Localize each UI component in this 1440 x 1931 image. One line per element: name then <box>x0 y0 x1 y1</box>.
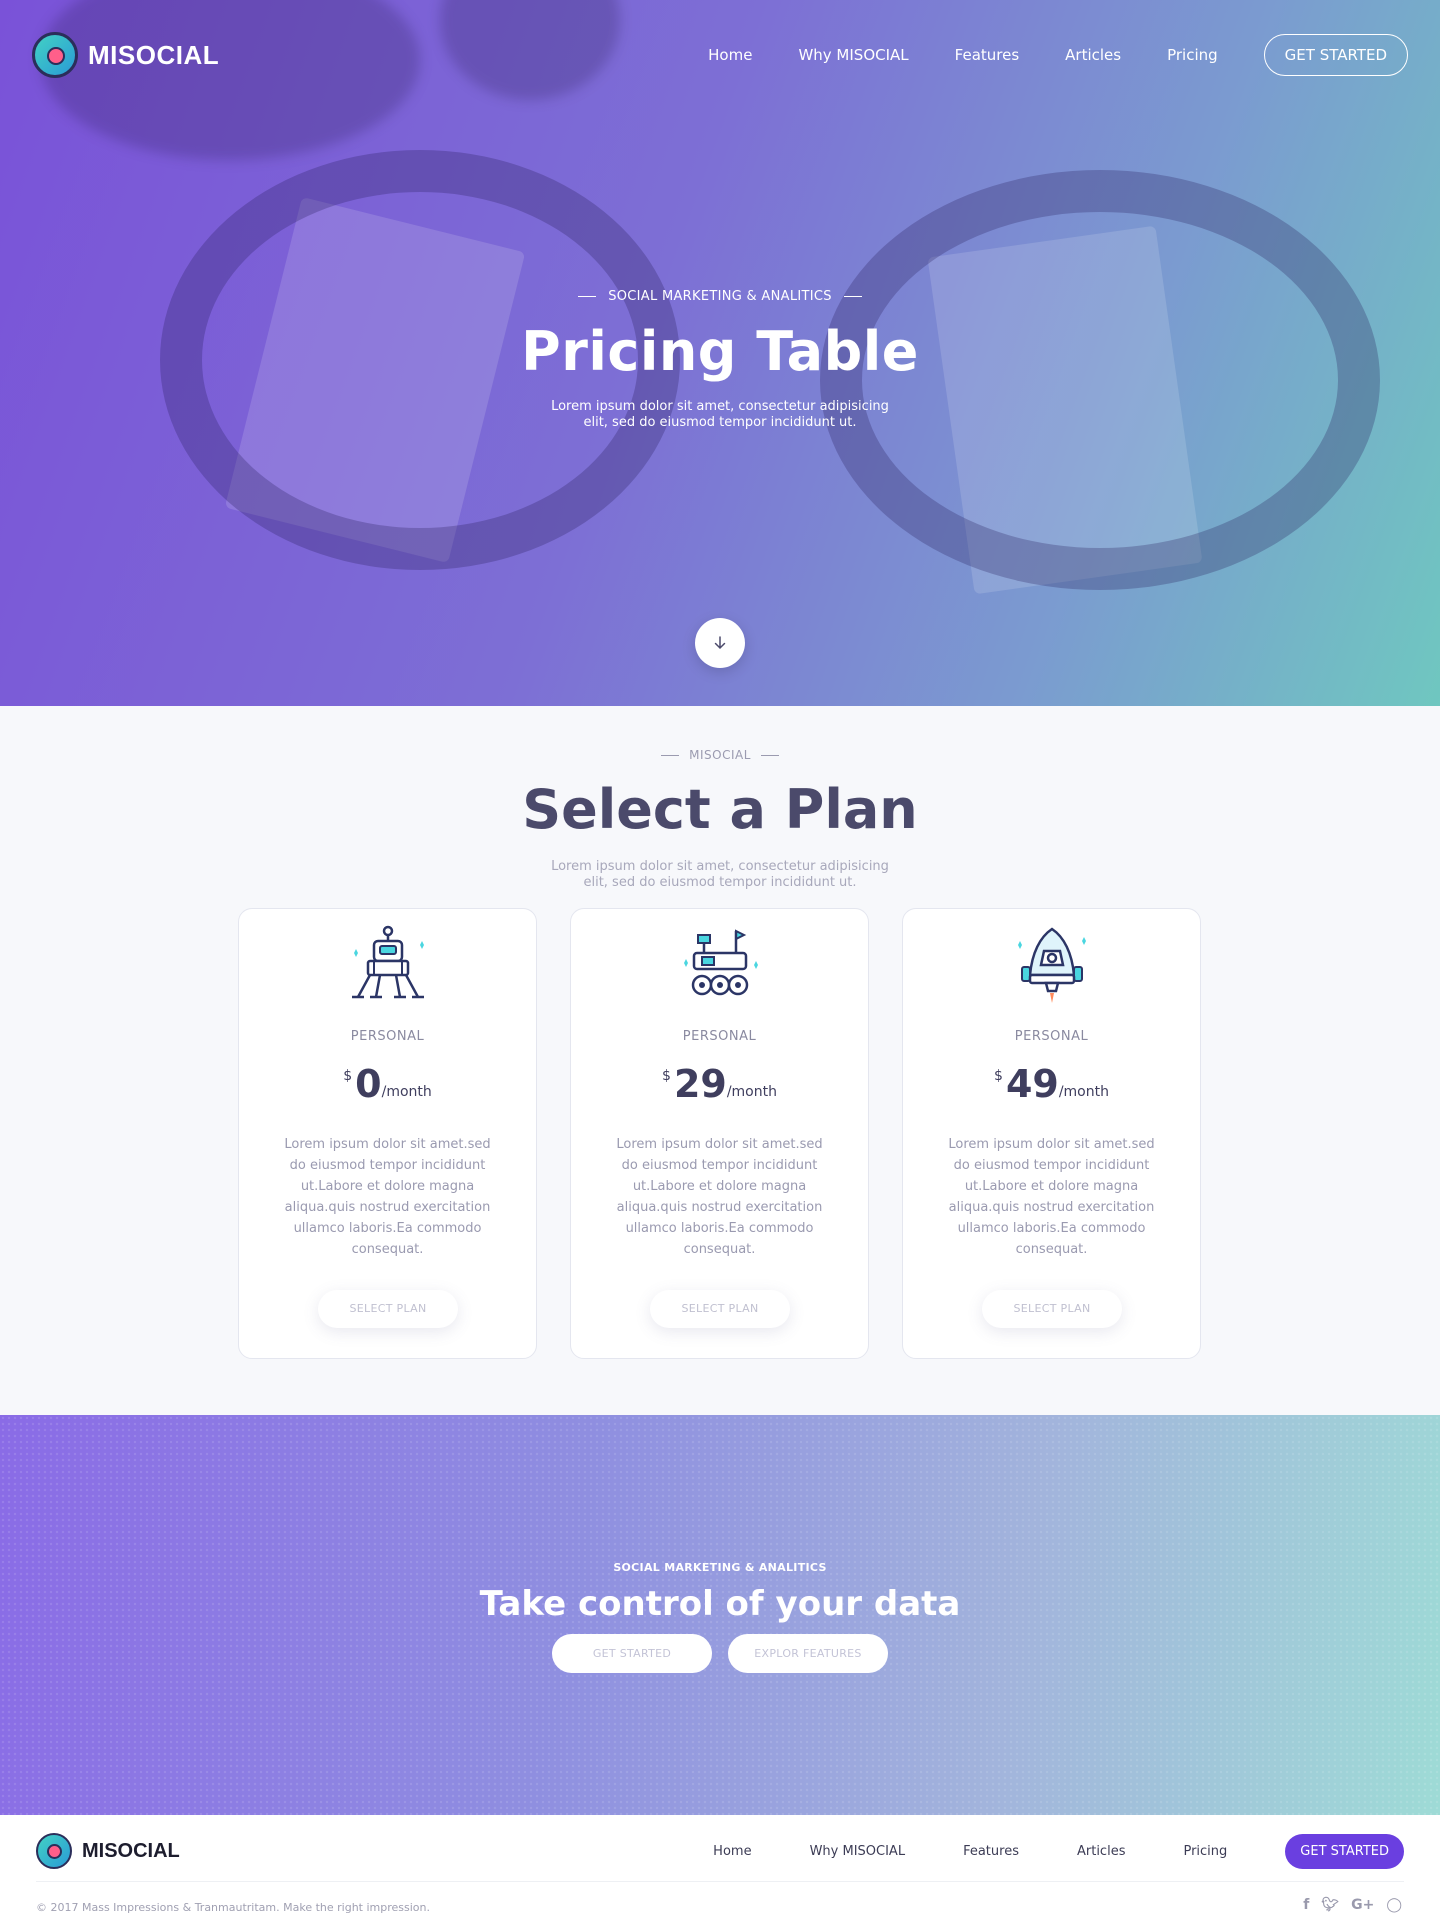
lunar-lander-icon <box>351 925 424 999</box>
pricing-eyebrow: MISOCIAL <box>661 748 779 762</box>
planet-logo-icon <box>32 32 78 78</box>
nav-why-link[interactable]: Why MISOCIAL <box>798 46 908 64</box>
brand-name: MISOCIAL <box>88 39 220 70</box>
facebook-icon[interactable]: f <box>1303 1897 1309 1913</box>
nav-links: Home Why MISOCIAL Features Articles Pric… <box>708 34 1408 76</box>
cta-get-started-button[interactable]: GET STARTED <box>552 1634 712 1673</box>
planet-logo-icon <box>36 1833 72 1869</box>
plan-name: PERSONAL <box>682 1029 757 1044</box>
footer-articles-link[interactable]: Articles <box>1077 1844 1125 1859</box>
cta-eyebrow: SOCIAL MARKETING & ANALITICS <box>613 1561 827 1574</box>
page-title: Pricing Table <box>521 320 919 383</box>
footer-links: Home Why MISOCIAL Features Articles Pric… <box>713 1833 1404 1869</box>
nav-features-link[interactable]: Features <box>955 46 1020 64</box>
plan-name: PERSONAL <box>350 1029 425 1044</box>
cta-section: SOCIAL MARKETING & ANALITICS Take contro… <box>0 1415 1440 1815</box>
social-links: f 🐦︎ G+ ◯ <box>1303 1897 1402 1913</box>
footer-home-link[interactable]: Home <box>713 1844 751 1859</box>
footer-features-link[interactable]: Features <box>963 1844 1019 1859</box>
hero-content: SOCIAL MARKETING & ANALITICS Pricing Tab… <box>0 282 1440 431</box>
plan-description: Lorem ipsum dolor sit amet.sed do eiusmo… <box>948 1137 1155 1257</box>
plan-price: $ 29 /month <box>571 1064 868 1104</box>
pricing-section: MISOCIAL Select a Plan Lorem ipsum dolor… <box>0 706 1440 1415</box>
get-started-button[interactable]: GET STARTED <box>1263 34 1408 76</box>
price-period: /month <box>1058 1084 1109 1100</box>
pricing-subtitle: Lorem ipsum dolor sit amet, consectetur … <box>551 859 889 890</box>
hero-section: MISOCIAL Home Why MISOCIAL Features Arti… <box>0 0 1440 706</box>
instagram-icon[interactable]: ◯ <box>1386 1897 1402 1913</box>
price-period: /month <box>381 1084 432 1100</box>
cta-title: Take control of your data <box>479 1584 961 1624</box>
hero-eyebrow: SOCIAL MARKETING & ANALITICS <box>578 289 862 304</box>
footer-brand-name: MISOCIAL <box>82 1839 180 1862</box>
explore-features-button[interactable]: EXPLOR FEATURES <box>728 1634 888 1673</box>
footer: MISOCIAL Home Why MISOCIAL Features Arti… <box>0 1815 1440 1931</box>
cta-buttons: GET STARTED EXPLOR FEATURES <box>0 1634 1440 1673</box>
arrow-down-icon <box>714 636 726 650</box>
footer-logo[interactable]: MISOCIAL <box>36 1833 180 1869</box>
price-period: /month <box>726 1084 777 1100</box>
footer-why-link[interactable]: Why MISOCIAL <box>810 1844 906 1859</box>
footer-pricing-link[interactable]: Pricing <box>1183 1844 1227 1859</box>
top-navigation: MISOCIAL Home Why MISOCIAL Features Arti… <box>32 30 1408 80</box>
moon-rover-icon <box>683 929 758 996</box>
pricing-card: PERSONAL $ 49 /month Lorem ipsum dolor s… <box>902 908 1201 1359</box>
select-plan-button[interactable]: SELECT PLAN <box>318 1290 458 1328</box>
plan-description: Lorem ipsum dolor sit amet.sed do eiusmo… <box>616 1137 823 1257</box>
nav-home-link[interactable]: Home <box>708 46 752 64</box>
select-plan-button[interactable]: SELECT PLAN <box>982 1290 1122 1328</box>
footer-divider <box>36 1881 1404 1882</box>
price-amount: 49 <box>1005 1062 1059 1106</box>
nav-articles-link[interactable]: Articles <box>1065 46 1121 64</box>
brand-logo[interactable]: MISOCIAL <box>32 32 219 78</box>
price-amount: 0 <box>355 1062 382 1106</box>
price-currency: $ <box>994 1068 1003 1084</box>
pricing-cards: PERSONAL $ 0 /month Lorem ipsum dolor si… <box>238 908 1202 1359</box>
pricing-title: Select a Plan <box>522 778 918 841</box>
scroll-down-button[interactable] <box>695 618 745 668</box>
price-currency: $ <box>343 1068 353 1084</box>
plan-price: $ 49 /month <box>903 1064 1200 1104</box>
footer-navigation: MISOCIAL Home Why MISOCIAL Features Arti… <box>36 1831 1404 1871</box>
nav-pricing-link[interactable]: Pricing <box>1167 46 1218 64</box>
google-plus-icon[interactable]: G+ <box>1351 1897 1374 1913</box>
twitter-icon[interactable]: 🐦︎ <box>1321 1897 1339 1913</box>
price-amount: 29 <box>673 1062 727 1106</box>
space-capsule-icon <box>1017 927 1086 1003</box>
pricing-card: PERSONAL $ 29 /month Lorem ipsum dolor s… <box>570 908 869 1359</box>
plan-description: Lorem ipsum dolor sit amet.sed do eiusmo… <box>284 1137 491 1257</box>
footer-get-started-button[interactable]: GET STARTED <box>1285 1833 1404 1869</box>
hero-subtitle: Lorem ipsum dolor sit amet, consectetur … <box>551 399 889 430</box>
pricing-card: PERSONAL $ 0 /month Lorem ipsum dolor si… <box>238 908 537 1359</box>
plan-name: PERSONAL <box>1014 1029 1089 1044</box>
select-plan-button[interactable]: SELECT PLAN <box>650 1290 790 1328</box>
copyright-text: © 2017 Mass Impressions & Tranmautritam.… <box>36 1901 430 1914</box>
price-currency: $ <box>662 1068 671 1084</box>
plan-price: $ 0 /month <box>239 1064 536 1104</box>
